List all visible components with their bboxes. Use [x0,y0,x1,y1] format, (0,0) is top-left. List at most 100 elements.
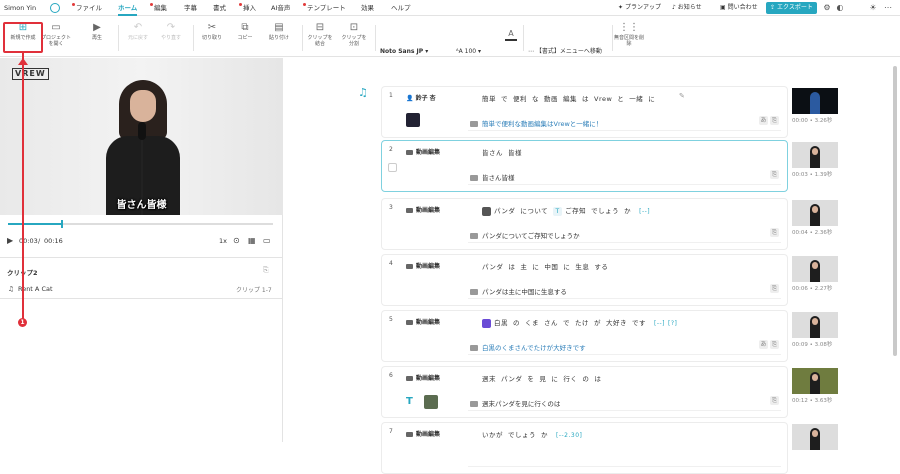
subtitle-text[interactable]: 週末パンダを見に行くのは [470,398,560,408]
clip-thumbnail[interactable] [792,200,838,226]
text-color-button[interactable]: A [505,27,517,61]
word-token[interactable]: に [648,95,655,103]
link-icon[interactable]: ⎘ [770,340,779,349]
word-token[interactable]: について [520,207,548,215]
user-name[interactable]: Simon Yin [4,0,36,16]
word-token[interactable]: でしょう [508,431,536,439]
subtitle-text[interactable]: 白黒のくまさんでたけが大好きです [470,342,586,352]
subtitle-text[interactable]: 皆さん皆様 [470,172,515,182]
lang-tag[interactable]: あ [759,116,768,125]
word-token[interactable]: いかが [482,431,503,439]
video-preview[interactable]: VREW 皆さん皆様 [0,58,283,215]
play-button[interactable]: ▶ 再生 [86,21,108,55]
gap-button[interactable]: [--2.30] [556,432,582,439]
move-to-format-menu-button[interactable]: ⋯ 【書式】メニューへ移動 [528,45,602,59]
menu-insert[interactable]: 挿入 [239,0,256,16]
word-token[interactable]: パンダ [482,263,503,271]
clip-row[interactable]: 4 動画編集 パンダは主に中国に生息 する パンダは主に中国に生息する ⎘ [381,254,788,306]
scrollbar[interactable] [893,66,897,356]
clip-row[interactable]: 6 動画編集 週末 パンダを見に行くのは 週末パンダを見に行くのは ⎘ T [381,366,788,418]
link-icon[interactable]: ⎘ [770,284,779,293]
word-token[interactable]: 行く [563,375,577,383]
clip-thumbnail[interactable] [792,142,838,168]
link-icon[interactable]: ⎘ [770,396,779,405]
word-token[interactable]: Vrew [594,95,612,103]
word-token[interactable]: は [508,263,515,271]
speaker-label[interactable]: 動画編集 [406,429,440,438]
speed-button[interactable]: 1x [219,236,227,246]
word-token[interactable]: か [624,207,631,215]
word-token[interactable]: の [582,375,589,383]
undo-button[interactable]: ↶ 元に戻す [125,21,151,55]
word-token[interactable]: と [617,95,624,103]
link-icon[interactable]: ⎘ [770,116,779,125]
word-token[interactable]: で [501,95,508,103]
progress-bar[interactable] [8,220,273,228]
more-icon[interactable]: ⋯ [883,3,893,13]
word-token[interactable]: 週末 [482,375,496,383]
word-token[interactable]: が [594,319,601,327]
word-token[interactable]: 主 [520,263,527,271]
menu-subtitle[interactable]: 字幕 [184,0,197,16]
lang-tag[interactable]: あ [759,340,768,349]
speaker-label[interactable]: 👤 鈴子 杏 [406,93,436,102]
merge-clip-button[interactable]: ⊟ クリップを結合 [306,21,334,55]
clip-thumbnail[interactable] [792,256,838,282]
word-token[interactable]: に [563,263,570,271]
word-token[interactable]: で [563,319,570,327]
subtitle-text[interactable]: パンダは主に中国に生息する [470,286,567,296]
word-token[interactable]: する [594,263,608,271]
word-token[interactable]: パンダ [494,207,515,215]
text-insert-icon[interactable]: T [553,206,563,216]
word-token[interactable]: に [532,263,539,271]
clip-thumbnail[interactable] [792,368,838,394]
speaker-label[interactable]: 動画編集 [406,317,440,326]
word-token[interactable]: は [594,375,601,383]
menu-effect[interactable]: 効果 [361,0,374,16]
menu-home[interactable]: ホーム [118,0,138,16]
clip-image-icon[interactable] [406,113,420,127]
remove-silence-button[interactable]: ⋮⋮ 無音区間を削除 [614,21,644,55]
link-icon[interactable]: ⎘ [770,228,779,237]
word-token[interactable]: の [513,319,520,327]
export-button[interactable]: ⇪ エクスポート [766,2,817,14]
menu-help[interactable]: ヘルプ [391,0,411,16]
contact-button[interactable]: ▣ 問い合わせ [720,0,758,16]
cut-button[interactable]: ✂ 切り取り [199,21,225,55]
word-token[interactable]: 皆さん [482,149,503,157]
pencil-icon[interactable]: ✎ [679,92,685,100]
clip-row[interactable]: 7 動画編集 いかが でしょうか [--2.30] [381,422,788,474]
word-token[interactable]: 動画 [544,95,558,103]
word-token[interactable]: 見 [539,375,546,383]
word-token[interactable]: を [527,375,534,383]
menu-format[interactable]: 書式 [213,0,226,16]
word-token[interactable]: か [541,431,548,439]
link-icon[interactable]: ⎘ [263,266,269,275]
clip-row[interactable]: 2 動画編集 皆さん 皆様 皆さん皆様 ⎘ [381,140,788,192]
gap-button[interactable]: [?] [668,320,677,327]
open-project-button[interactable]: ▭ プロジェクトを開く [40,21,72,55]
word-token[interactable]: 一緒 [629,95,643,103]
speaker-label[interactable]: 動画編集 [406,147,440,156]
word-token[interactable]: さん [544,319,558,327]
font-select[interactable]: Noto Sans JP ▾ [380,45,450,59]
plan-up-button[interactable]: ✦ プランアップ [618,0,661,16]
copy-button[interactable]: ⧉ コピー [232,21,258,55]
menu-file[interactable]: ファイル [72,0,102,16]
speaker-label[interactable]: 動画編集 [406,205,440,214]
clip-thumbnail[interactable] [792,88,838,114]
word-token[interactable]: 簡単 [482,95,496,103]
word-token[interactable]: たけ [575,319,589,327]
link-icon[interactable]: ⎘ [770,170,779,179]
speaker-label[interactable]: 動画編集 [406,261,440,270]
menu-edit[interactable]: 編集 [150,0,167,16]
music-item[interactable]: ♫ Rent A Cat [8,285,53,293]
word-token[interactable]: 便利 [513,95,527,103]
sun-icon[interactable]: ☀ [868,3,878,13]
clip-row[interactable]: 5 動画編集 白黒のくま さんでたけが大好き です [--] [?] 白黒のくまさんでた… [381,310,788,362]
clip-row[interactable]: 3 動画編集 パンダ について T ご存知 でしょうか [--] パンダについてご存知でし… [381,198,788,250]
word-token[interactable]: です [632,319,646,327]
word-token[interactable]: は [582,95,589,103]
theme-toggle-icon[interactable]: ◐ [835,3,845,13]
word-token[interactable]: でしょう [591,207,619,215]
